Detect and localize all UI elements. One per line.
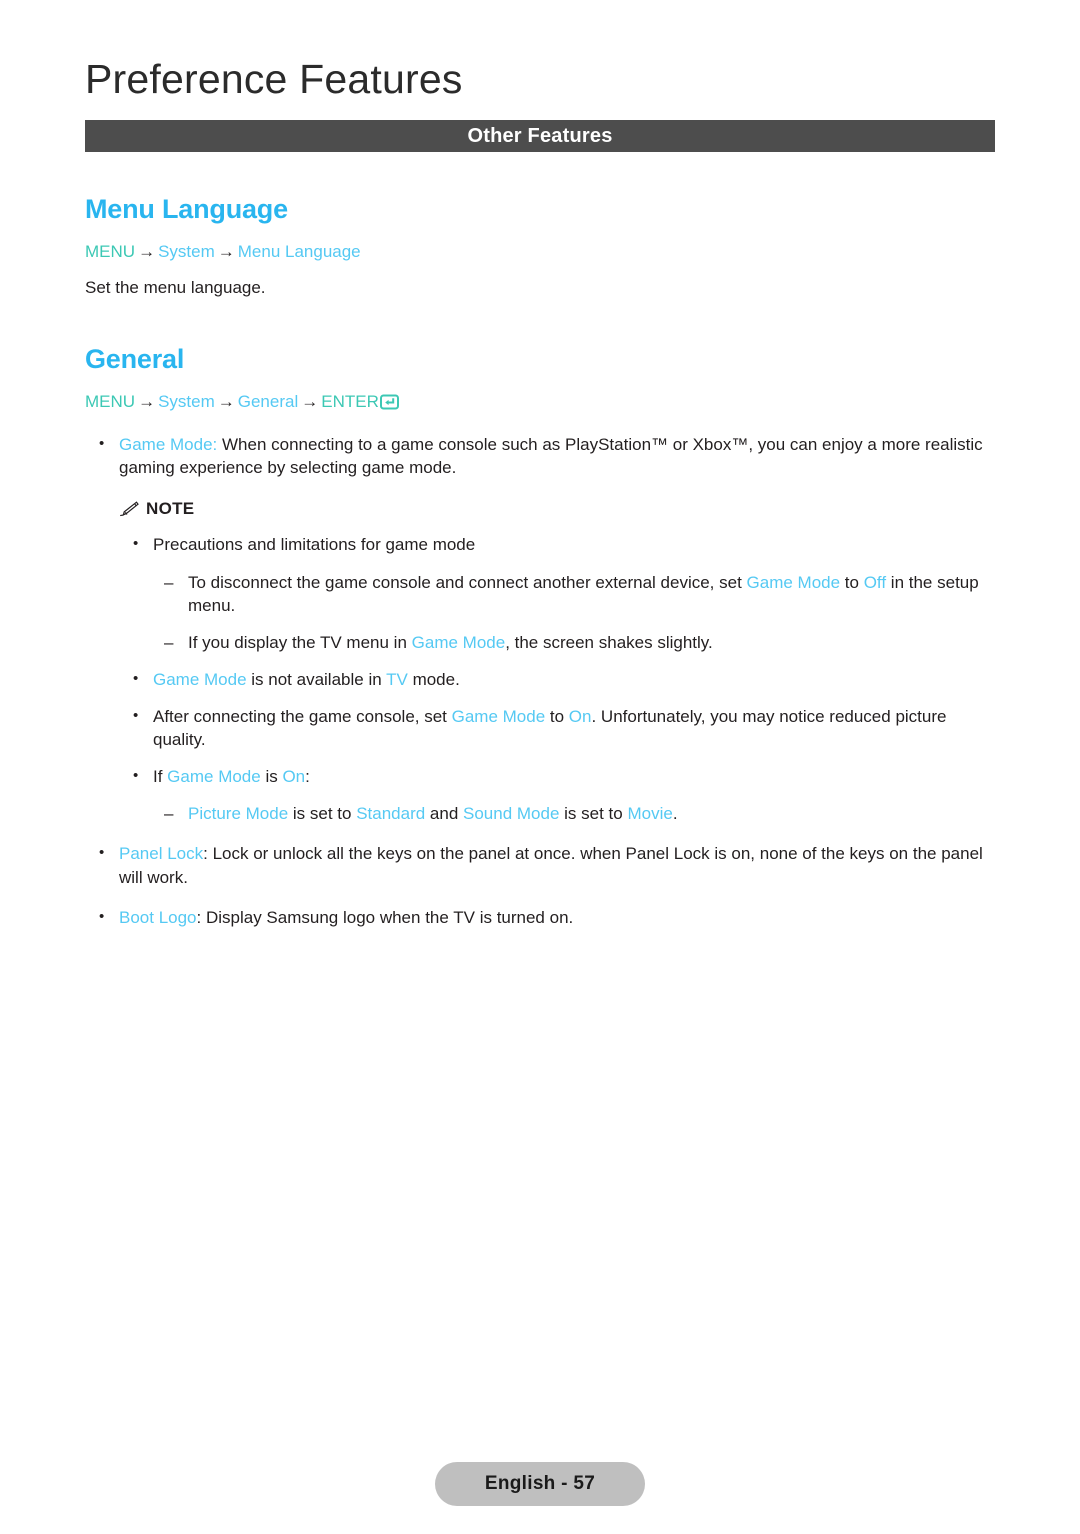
page-title: Preference Features — [85, 56, 463, 102]
term-highlight: Game Mode — [451, 707, 546, 727]
note-items-container: Precautions and limitations for game mod… — [85, 533, 995, 825]
menu-language-description: Set the menu language. — [85, 278, 266, 298]
list-item: Boot Logo: Display Samsung logo when the… — [85, 906, 995, 929]
term-highlight: Game Mode — [153, 669, 247, 689]
list-item: If Game Mode is On: — [85, 765, 995, 788]
list-item-text: and — [425, 804, 464, 824]
list-item: Panel Lock: Lock or unlock all the keys … — [85, 842, 995, 888]
list-item-text: to — [840, 572, 864, 592]
list-item-text: If — [153, 767, 168, 787]
list-item-text: is set to — [288, 804, 357, 824]
trailing-bullets-container: Panel Lock: Lock or unlock all the keys … — [85, 842, 995, 928]
list-item: To disconnect the game console and conne… — [85, 571, 995, 617]
section-bar-label: Other Features — [467, 124, 613, 147]
path-menu-language: MENU → System → Menu Language — [85, 241, 995, 263]
list-item: Precautions and limitations for game mod… — [85, 533, 995, 556]
list-item-text: is not available in — [246, 669, 387, 689]
path-general: MENU → System → General → ENTER — [85, 391, 995, 416]
page-number-badge: English - 57 — [434, 1462, 646, 1506]
term-highlight: On — [568, 707, 592, 727]
term-highlight: Panel Lock — [119, 844, 204, 864]
list-item-text: . — [672, 804, 678, 824]
term-highlight: Movie — [627, 804, 673, 824]
section-bar: Other Features — [85, 120, 995, 153]
list-item-text: : — [305, 767, 310, 787]
list-item: After connecting the game console, set G… — [85, 705, 995, 751]
enter-key-icon — [379, 394, 399, 416]
list-item: Picture Mode is set to Standard and Soun… — [85, 802, 995, 825]
term-highlight: Picture Mode — [188, 804, 289, 824]
list-item-text: mode. — [407, 669, 460, 689]
path-step-system: System — [158, 242, 215, 262]
path-menu-keyword: MENU — [85, 242, 136, 262]
path-step-general: General — [237, 392, 299, 412]
term-highlight: On — [282, 767, 306, 787]
path-menu-keyword: MENU — [85, 392, 136, 412]
list-item: If you display the TV menu in Game Mode,… — [85, 631, 995, 654]
path-step-menu-language: Menu Language — [237, 242, 361, 262]
pencil-icon — [119, 501, 139, 517]
list-item-text: is — [260, 767, 283, 787]
term-highlight: Sound Mode — [463, 804, 560, 824]
list-item-text: is set to — [559, 804, 628, 824]
list-item-text: Precautions and limitations for game mod… — [153, 535, 476, 555]
term-highlight: Off — [863, 572, 887, 592]
list-item-text: to — [545, 707, 569, 727]
document-page: Preference Features Other Features Menu … — [0, 0, 1080, 1534]
term-highlight: Game Mode — [167, 767, 261, 787]
path-arrow: → — [217, 242, 235, 262]
path-step-enter: ENTER — [321, 392, 379, 412]
list-item-text: After connecting the game console, set — [153, 707, 452, 727]
term-highlight: Game Mode — [746, 572, 841, 592]
path-arrow: → — [138, 242, 156, 262]
list-item: Game Mode is not available in TV mode. — [85, 668, 995, 691]
path-arrow: → — [138, 392, 156, 412]
list-item-text: If you display the TV menu in — [188, 632, 412, 652]
term-highlight: Game Mode — [411, 632, 506, 652]
page-footer: English - 57 — [0, 1462, 1080, 1506]
path-arrow: → — [217, 392, 235, 412]
term-highlight: Boot Logo — [119, 907, 197, 927]
term-game-mode: Game Mode: — [119, 435, 218, 455]
list-item-text: : Display Samsung logo when the TV is tu… — [196, 907, 574, 927]
note-label: NOTE — [146, 499, 195, 519]
list-item-text: To disconnect the game console and conne… — [188, 572, 747, 592]
term-highlight: Standard — [356, 804, 426, 824]
heading-general: General — [85, 344, 185, 375]
path-arrow: → — [301, 392, 319, 412]
heading-menu-language: Menu Language — [85, 194, 288, 225]
list-item-text: : Lock or unlock all the keys on the pan… — [119, 844, 983, 887]
note-block-header: NOTE — [85, 499, 995, 519]
game-mode-description: When connecting to a game console such a… — [119, 435, 983, 478]
list-item: Game Mode: When connecting to a game con… — [85, 433, 995, 479]
term-highlight: TV — [386, 669, 408, 689]
list-item-text: , the screen shakes slightly. — [505, 632, 713, 652]
path-step-system: System — [158, 392, 215, 412]
